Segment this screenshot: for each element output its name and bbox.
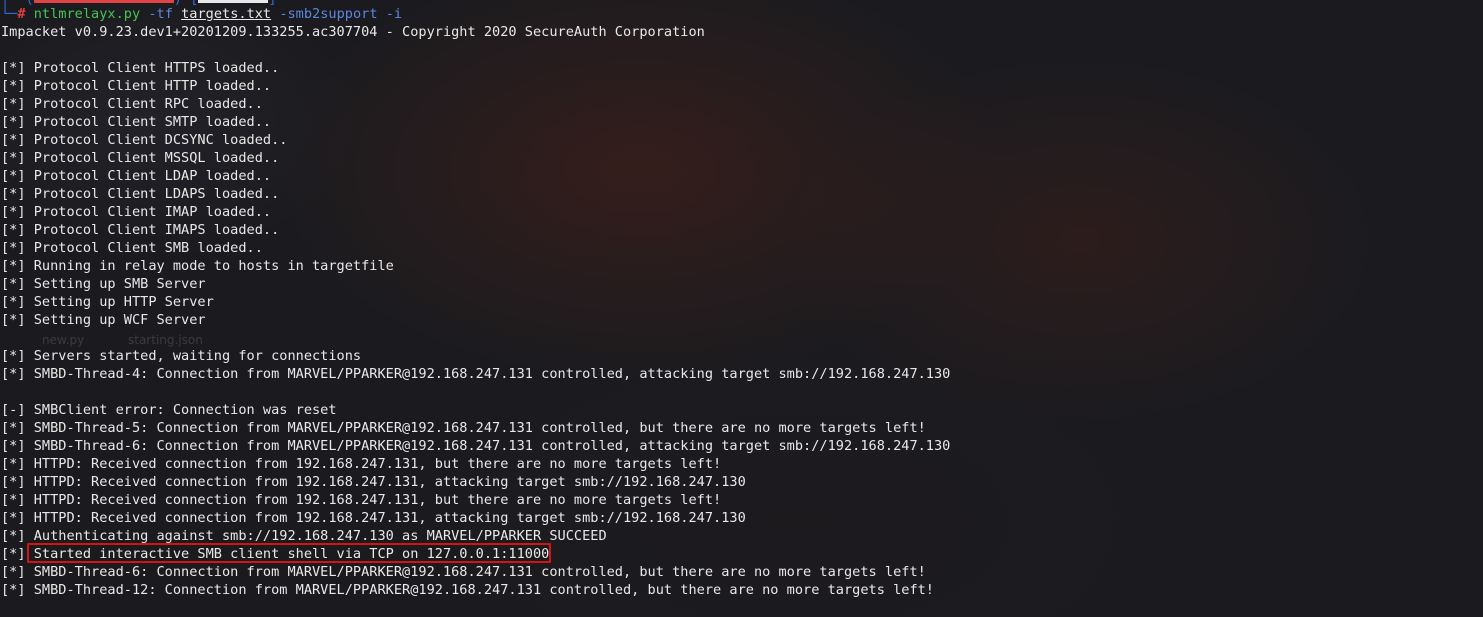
output-line: [*] HTTPD: Received connection from 192.… xyxy=(1,456,722,472)
output-line: [*] SMBD-Thread-12: Connection from MARV… xyxy=(1,582,934,598)
terminal-window[interactable]: new.py starting.json ┌──()-[] └─# ntlmre… xyxy=(0,0,1483,617)
command-flag: -tf xyxy=(148,6,173,22)
output-line: [*] Protocol Client HTTP loaded.. xyxy=(1,78,272,94)
output-line: [*] Protocol Client IMAP loaded.. xyxy=(1,204,272,220)
output-line: [*] SMBD-Thread-6: Connection from MARVE… xyxy=(1,564,926,580)
output-line: [*] Protocol Client LDAP loaded.. xyxy=(1,168,272,184)
prompt-symbol: # xyxy=(17,6,26,22)
output-line: [*] Setting up SMB Server xyxy=(1,276,206,292)
output-line: [*] HTTPD: Received connection from 192.… xyxy=(1,510,746,526)
redacted-path xyxy=(198,0,269,3)
output-line: Impacket v0.9.23.dev1+20201209.133255.ac… xyxy=(1,24,705,40)
prompt-corner-bottom: └─ xyxy=(1,6,18,22)
output-line: [*] HTTPD: Received connection from 192.… xyxy=(1,492,722,508)
output-line: [*] SMBD-Thread-5: Connection from MARVE… xyxy=(1,420,926,436)
output-line: [-] SMBClient error: Connection was rese… xyxy=(1,402,337,418)
output-line: [*] Setting up HTTP Server xyxy=(1,294,214,310)
output-line: [*] Protocol Client SMB loaded.. xyxy=(1,240,263,256)
background-file-label: new.py xyxy=(42,333,85,347)
output-line: [*] Protocol Client HTTPS loaded.. xyxy=(1,60,280,76)
output-line: [*] Servers started, waiting for connect… xyxy=(1,348,362,364)
background-file-label: starting.json xyxy=(128,333,203,347)
command-flag: -i xyxy=(385,6,403,22)
output-line: [*] Protocol Client LDAPS loaded.. xyxy=(1,186,280,202)
output-line: [*] Protocol Client MSSQL loaded.. xyxy=(1,150,280,166)
output-line: [*] SMBD-Thread-4: Connection from MARVE… xyxy=(1,366,951,382)
command-target-file: targets.txt xyxy=(181,6,272,22)
output-line: [*] SMBD-Thread-6: Connection from MARVE… xyxy=(1,438,951,454)
output-line: [*] Protocol Client IMAPS loaded.. xyxy=(1,222,280,238)
output-line: [*] Running in relay mode to hosts in ta… xyxy=(1,258,394,274)
command-line[interactable]: └─# ntlmrelayx.py -tf targets.txt -smb2s… xyxy=(1,5,402,23)
command-flag: -smb2support xyxy=(279,6,378,22)
output-line: [*] Protocol Client DCSYNC loaded.. xyxy=(1,132,288,148)
highlight-box-annotation xyxy=(27,543,551,563)
output-line: [*] HTTPD: Received connection from 192.… xyxy=(1,474,746,490)
command-name: ntlmrelayx.py xyxy=(33,6,141,22)
output-line: [*] Protocol Client RPC loaded.. xyxy=(1,96,263,112)
redacted-user-host xyxy=(33,0,174,3)
output-line: [*] Protocol Client SMTP loaded.. xyxy=(1,114,272,130)
output-line: [*] Setting up WCF Server xyxy=(1,312,206,328)
